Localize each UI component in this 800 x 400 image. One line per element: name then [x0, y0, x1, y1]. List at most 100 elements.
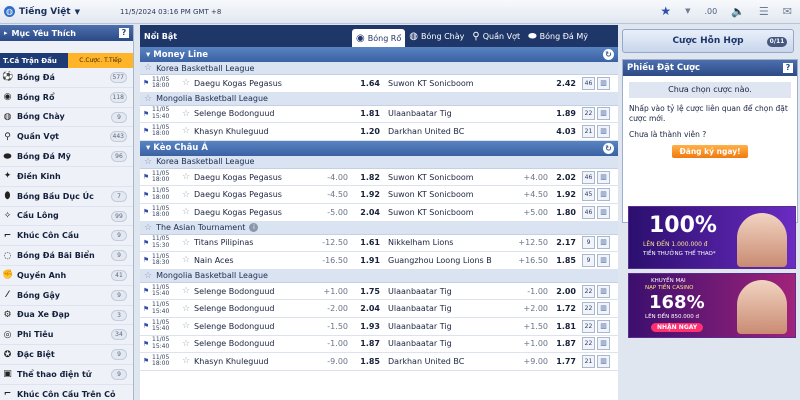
- combo-bet-button[interactable]: Cược Hỗn Hợp 0/11: [622, 29, 794, 53]
- info-icon[interactable]: i: [249, 223, 259, 233]
- away-odds[interactable]: 1.92: [548, 190, 576, 199]
- stats-icon[interactable]: ▥: [597, 76, 610, 90]
- stats-icon[interactable]: ▥: [597, 302, 610, 316]
- star-icon[interactable]: ☆: [144, 94, 152, 104]
- away-odds[interactable]: 1.85: [548, 256, 576, 265]
- league-header[interactable]: ☆ Mongolia Basketball League: [140, 92, 618, 106]
- home-odds[interactable]: 1.61: [348, 238, 380, 247]
- star-icon[interactable]: ☆: [182, 304, 194, 314]
- sidebar-item-sport[interactable]: ⌐ Khúc Côn Cầu Trên Cỏ: [0, 385, 133, 400]
- away-odds[interactable]: 4.03: [548, 127, 576, 136]
- stats-icon[interactable]: ▥: [597, 124, 610, 138]
- star-icon[interactable]: ☆: [182, 356, 194, 366]
- pin-icon[interactable]: ⚑: [140, 340, 152, 348]
- away-odds[interactable]: 1.87: [548, 339, 576, 348]
- more-markets-button[interactable]: 9: [582, 253, 595, 267]
- star-icon[interactable]: ☆: [182, 286, 194, 296]
- more-markets-button[interactable]: 21: [582, 354, 595, 368]
- star-icon[interactable]: ☆: [182, 207, 194, 217]
- pin-icon[interactable]: ⚑: [140, 256, 152, 264]
- language-selector[interactable]: ◍ Tiếng Việt ▼: [4, 6, 80, 17]
- home-odds[interactable]: 1.91: [348, 256, 380, 265]
- sidebar-item-sport[interactable]: ✦ Điền Kinh: [0, 167, 133, 187]
- help-icon[interactable]: ?: [119, 28, 129, 38]
- away-odds[interactable]: 2.02: [548, 173, 576, 182]
- tab-basketball[interactable]: ◉ Bóng Rổ: [352, 29, 406, 47]
- sidebar-item-sport[interactable]: ✧ Cầu Lông 99: [0, 207, 133, 227]
- more-markets-button[interactable]: 22: [582, 302, 595, 316]
- help-icon[interactable]: ?: [783, 63, 793, 73]
- refresh-icon[interactable]: ↻: [603, 142, 614, 154]
- favorites-header[interactable]: ▸ Mục Yêu Thích ?: [0, 25, 133, 41]
- stats-icon[interactable]: ▥: [597, 253, 610, 267]
- star-icon[interactable]: ☆: [182, 190, 194, 200]
- sidebar-item-sport[interactable]: ⁄ Bóng Gậy 9: [0, 286, 133, 306]
- promo-banner-casino[interactable]: KHUYẾN MẠI NẠP TIỀN CASINO 168% LÊN ĐẾN …: [628, 273, 796, 338]
- star-icon[interactable]: ☆: [144, 63, 152, 73]
- sidebar-item-sport[interactable]: ◉ Bóng Rổ 118: [0, 88, 133, 108]
- tab-tennis[interactable]: ⚲ Quần Vợt: [468, 27, 524, 45]
- more-markets-button[interactable]: 45: [582, 188, 595, 202]
- stats-icon[interactable]: ▥: [597, 205, 610, 219]
- more-markets-button[interactable]: 22: [582, 319, 595, 333]
- sidebar-item-sport[interactable]: ⚙ Đua Xe Đạp 3: [0, 306, 133, 326]
- speaker-icon[interactable]: 🔈: [731, 5, 745, 18]
- pin-icon[interactable]: ⚑: [140, 110, 152, 118]
- tab-baseball[interactable]: ◍ Bóng Chày: [405, 27, 468, 45]
- league-header[interactable]: ☆ Korea Basketball League: [140, 62, 618, 75]
- stats-icon[interactable]: ▥: [597, 236, 610, 250]
- more-markets-button[interactable]: 46: [582, 76, 595, 90]
- sidebar-item-sport[interactable]: ✊ Quyền Anh 41: [0, 266, 133, 286]
- stats-icon[interactable]: ▥: [597, 284, 610, 298]
- away-odds[interactable]: 2.17: [548, 238, 576, 247]
- home-odds[interactable]: 1.20: [348, 127, 380, 136]
- stats-icon[interactable]: ▥: [597, 188, 610, 202]
- sidebar-item-sport[interactable]: ✪ Đặc Biệt 9: [0, 345, 133, 365]
- home-odds[interactable]: 1.64: [348, 79, 380, 88]
- away-odds[interactable]: 2.00: [548, 287, 576, 296]
- more-markets-button[interactable]: 46: [582, 205, 595, 219]
- star-icon[interactable]: ☆: [182, 339, 194, 349]
- away-odds[interactable]: 1.77: [548, 357, 576, 366]
- home-odds[interactable]: 1.81: [348, 109, 380, 118]
- home-odds[interactable]: 1.85: [348, 357, 380, 366]
- sidebar-item-sport[interactable]: ◍ Bóng Chày 9: [0, 108, 133, 128]
- sidebar-item-sport[interactable]: ⌐ Khúc Côn Cầu 9: [0, 226, 133, 247]
- star-icon[interactable]: ☆: [144, 223, 152, 233]
- stats-icon[interactable]: ▥: [597, 354, 610, 368]
- pin-icon[interactable]: ⚑: [140, 79, 152, 87]
- star-icon[interactable]: ☆: [144, 157, 152, 167]
- sidebar-item-sport[interactable]: ◌ Bóng Đá Bãi Biển 9: [0, 246, 133, 266]
- more-markets-button[interactable]: 22: [582, 284, 595, 298]
- stats-icon[interactable]: ▥: [597, 319, 610, 333]
- stats-icon[interactable]: ▥: [597, 107, 610, 121]
- more-markets-button[interactable]: 9: [582, 236, 595, 250]
- star-icon[interactable]: ☆: [182, 78, 194, 88]
- promo-banner-sports[interactable]: 100% LÊN ĐẾN 1.000.000 đ TIỀN THƯỞNG THỂ…: [628, 206, 796, 269]
- sidebar-item-sport[interactable]: ⬮ Bóng Bầu Dục Úc 7: [0, 187, 133, 207]
- league-header[interactable]: ☆ Korea Basketball League: [140, 155, 618, 169]
- mail-icon[interactable]: ✉: [783, 5, 792, 18]
- star-icon[interactable]: ☆: [182, 238, 194, 248]
- pin-icon[interactable]: ⚑: [140, 322, 152, 330]
- more-markets-button[interactable]: 22: [582, 337, 595, 351]
- away-odds[interactable]: 1.72: [548, 304, 576, 313]
- more-markets-button[interactable]: 21: [582, 124, 595, 138]
- pin-icon[interactable]: ⚑: [140, 127, 152, 135]
- stats-icon[interactable]: ▥: [597, 170, 610, 184]
- sidebar-item-sport[interactable]: ◎ Phi Tiêu 34: [0, 325, 133, 346]
- pin-icon[interactable]: ⚑: [140, 239, 152, 247]
- tab-american-football[interactable]: ⬬ Bóng Đá Mỹ: [524, 27, 592, 45]
- claim-now-button[interactable]: NHẬN NGAY: [651, 323, 704, 332]
- away-odds[interactable]: 2.42: [548, 79, 576, 88]
- star-icon[interactable]: ☆: [182, 126, 194, 136]
- pin-icon[interactable]: ⚑: [140, 305, 152, 313]
- pin-icon[interactable]: ⚑: [140, 173, 152, 181]
- register-button[interactable]: Đăng ký ngay!: [672, 145, 748, 158]
- stats-icon[interactable]: ▥: [597, 337, 610, 351]
- star-icon[interactable]: ☆: [182, 109, 194, 119]
- more-markets-button[interactable]: 22: [582, 107, 595, 121]
- away-odds[interactable]: 1.80: [548, 208, 576, 217]
- more-markets-button[interactable]: 46: [582, 170, 595, 184]
- pin-icon[interactable]: ⚑: [140, 191, 152, 199]
